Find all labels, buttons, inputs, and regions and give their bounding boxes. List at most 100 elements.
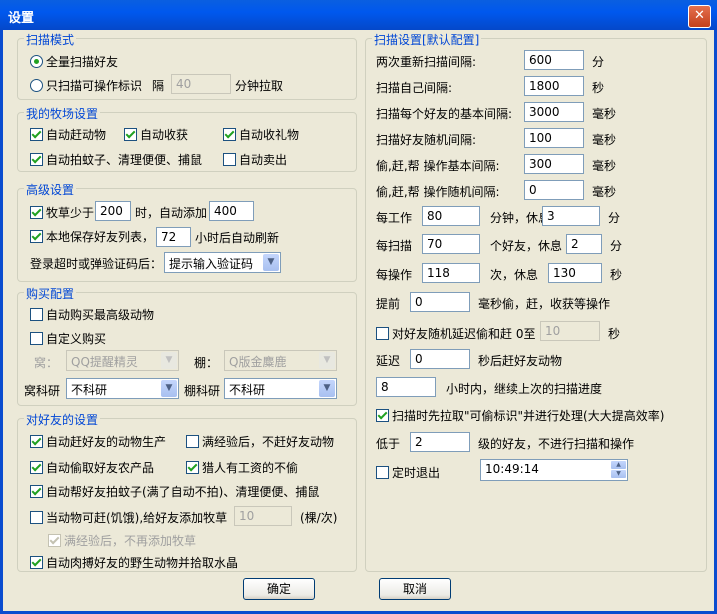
- add-grass-label: 当动物可赶(饥饿),给好友添加牧草: [46, 511, 228, 525]
- radio-scan-operable[interactable]: 只扫描可操作标识: [30, 77, 142, 94]
- checkbox-icon[interactable]: [376, 327, 389, 340]
- skip-paid-checkbox[interactable]: 猎人有工资的不偷: [186, 459, 298, 476]
- checkbox-icon[interactable]: [186, 461, 199, 474]
- auto-harvest-checkbox[interactable]: 自动收获: [124, 126, 188, 143]
- scan-friends-input[interactable]: 70: [422, 234, 480, 254]
- checkbox-icon[interactable]: [30, 308, 43, 321]
- timed-exit-checkbox[interactable]: 定时退出: [376, 464, 440, 481]
- close-button[interactable]: ✕: [688, 5, 711, 28]
- chevron-down-icon[interactable]: ▼: [319, 380, 335, 397]
- time-spinner[interactable]: ▲ ▼: [611, 461, 626, 479]
- custom-buy-checkbox[interactable]: 自定义购买: [30, 330, 106, 347]
- checkbox-icon[interactable]: [30, 461, 43, 474]
- ahead-label: 提前: [376, 297, 401, 311]
- add-grass-input[interactable]: 10: [234, 506, 292, 526]
- op-base-input[interactable]: 300: [524, 154, 584, 174]
- auto-harvest-label: 自动收获: [140, 128, 189, 142]
- delay-input[interactable]: 0: [410, 349, 470, 369]
- grass-add-input[interactable]: 400: [209, 201, 254, 221]
- help-swat-checkbox[interactable]: 自动帮好友拍蚊子(满了自动不拍)、清理便便、捕鼠: [30, 483, 319, 500]
- random-delay-checkbox[interactable]: 对好友随机延迟偷和赶 0至: [376, 325, 535, 342]
- auto-chase-checkbox[interactable]: 自动赶动物: [30, 126, 106, 143]
- chevron-down-icon[interactable]: ▼: [161, 352, 177, 369]
- friend-random-label: 扫描好友随机间隔:: [376, 133, 477, 147]
- chevron-down-icon[interactable]: ▼: [319, 352, 335, 369]
- timed-exit-label: 定时退出: [392, 466, 441, 480]
- chevron-down-icon[interactable]: ▼: [161, 380, 177, 397]
- rescan-interval-input[interactable]: 600: [524, 50, 584, 70]
- checkbox-icon[interactable]: [30, 128, 43, 141]
- radio-checked-icon[interactable]: [30, 55, 43, 68]
- add-grass-checkbox[interactable]: 当动物可赶(饥饿),给好友添加牧草: [30, 509, 227, 526]
- interval-input[interactable]: 40: [171, 74, 231, 94]
- nest-research-select[interactable]: 不科研 ▼: [66, 378, 179, 399]
- exit-time-picker[interactable]: 10:49:14 ▲ ▼: [480, 459, 628, 481]
- op-random-input[interactable]: 0: [524, 180, 584, 200]
- op-every-label: 每操作: [376, 268, 413, 282]
- checkbox-icon[interactable]: [223, 153, 236, 166]
- friend-random-input[interactable]: 100: [524, 128, 584, 148]
- op-base-label: 偷,赶,帮 操作基本间隔:: [376, 159, 500, 173]
- auto-swat-checkbox[interactable]: 自动拍蚊子、清理便便、捕鼠: [30, 151, 202, 168]
- timeout-value: 提示输入验证码: [169, 257, 254, 271]
- grass-checkbox[interactable]: 牧草少于: [30, 204, 94, 221]
- checkbox-icon[interactable]: [30, 230, 43, 243]
- friend-random-unit: 毫秒: [592, 133, 617, 147]
- scan-every-label: 每扫描: [376, 239, 413, 253]
- chase-animals-checkbox[interactable]: 自动赶好友的动物生产: [30, 433, 166, 450]
- checkbox-icon[interactable]: [376, 409, 389, 422]
- shed-research-select[interactable]: 不科研 ▼: [224, 378, 337, 399]
- spin-down-icon[interactable]: ▼: [611, 470, 626, 478]
- radio-unchecked-icon[interactable]: [30, 79, 43, 92]
- help-swat-label: 自动帮好友拍蚊子(满了自动不拍)、清理便便、捕鼠: [46, 485, 320, 499]
- steal-products-checkbox[interactable]: 自动偷取好友农产品: [30, 459, 154, 476]
- checkbox-icon[interactable]: [376, 466, 389, 479]
- ahead-input[interactable]: 0: [410, 292, 470, 312]
- cancel-button[interactable]: 取消: [379, 578, 451, 600]
- auto-sell-checkbox[interactable]: 自动卖出: [223, 151, 287, 168]
- checkbox-icon[interactable]: [223, 128, 236, 141]
- continue-hours-input[interactable]: 8: [376, 377, 436, 397]
- nest-select[interactable]: QQ提醒精灵 ▼: [66, 350, 179, 371]
- meat-crystal-checkbox[interactable]: 自动肉搏好友的野生动物并拾取水晶: [30, 554, 238, 571]
- save-list-checkbox[interactable]: 本地保存好友列表，: [30, 228, 154, 245]
- checkbox-icon[interactable]: [30, 435, 43, 448]
- self-scan-input[interactable]: 1800: [524, 76, 584, 96]
- checkbox-icon[interactable]: [30, 153, 43, 166]
- checkbox-icon[interactable]: [124, 128, 137, 141]
- op-rest-input[interactable]: 130: [548, 263, 602, 283]
- random-delay-unit: 秒: [608, 327, 621, 341]
- checkbox-icon[interactable]: [30, 206, 43, 219]
- scan-rest-input[interactable]: 2: [566, 234, 602, 254]
- full-no-chase-checkbox[interactable]: 满经验后，不赶好友动物: [186, 433, 334, 450]
- timeout-select[interactable]: 提示输入验证码 ▼: [164, 252, 281, 273]
- random-delay-input[interactable]: 10: [540, 321, 600, 341]
- checkbox-icon[interactable]: [30, 485, 43, 498]
- chevron-down-icon[interactable]: ▼: [263, 254, 279, 271]
- checkbox-icon[interactable]: [30, 556, 43, 569]
- auto-gift-checkbox[interactable]: 自动收礼物: [223, 126, 299, 143]
- ok-button[interactable]: 确定: [243, 578, 315, 600]
- work-label: 每工作: [376, 211, 413, 225]
- buy-best-checkbox[interactable]: 自动购买最高级动物: [30, 306, 154, 323]
- interval-unit: 分钟拉取: [235, 79, 284, 93]
- refresh-hours-input[interactable]: 72: [156, 227, 191, 247]
- friend-base-input[interactable]: 3000: [524, 102, 584, 122]
- full-no-grass-checkbox[interactable]: 满经验后，不再添加牧草: [48, 532, 196, 549]
- spin-up-icon[interactable]: ▲: [611, 461, 626, 469]
- delay-suffix: 秒后赶好友动物: [478, 354, 563, 368]
- grass-threshold-input[interactable]: 200: [95, 201, 131, 221]
- checkbox-icon[interactable]: [48, 534, 61, 547]
- op-count-input[interactable]: 118: [422, 263, 480, 283]
- work-rest-input[interactable]: 3: [542, 206, 600, 226]
- checkbox-icon[interactable]: [186, 435, 199, 448]
- prefetch-checkbox[interactable]: 扫描时先拉取"可偷标识"并进行处理(大大提高效率): [376, 407, 664, 424]
- work-minutes-input[interactable]: 80: [422, 206, 480, 226]
- checkbox-icon[interactable]: [30, 332, 43, 345]
- checkbox-icon[interactable]: [30, 511, 43, 524]
- save-list-label: 本地保存好友列表，: [46, 230, 155, 244]
- title-bar: 设置 ✕: [0, 0, 717, 30]
- below-level-input[interactable]: 2: [410, 432, 470, 452]
- shed-select[interactable]: Q版金麋鹿 ▼: [224, 350, 337, 371]
- radio-scan-all[interactable]: 全量扫描好友: [30, 53, 118, 70]
